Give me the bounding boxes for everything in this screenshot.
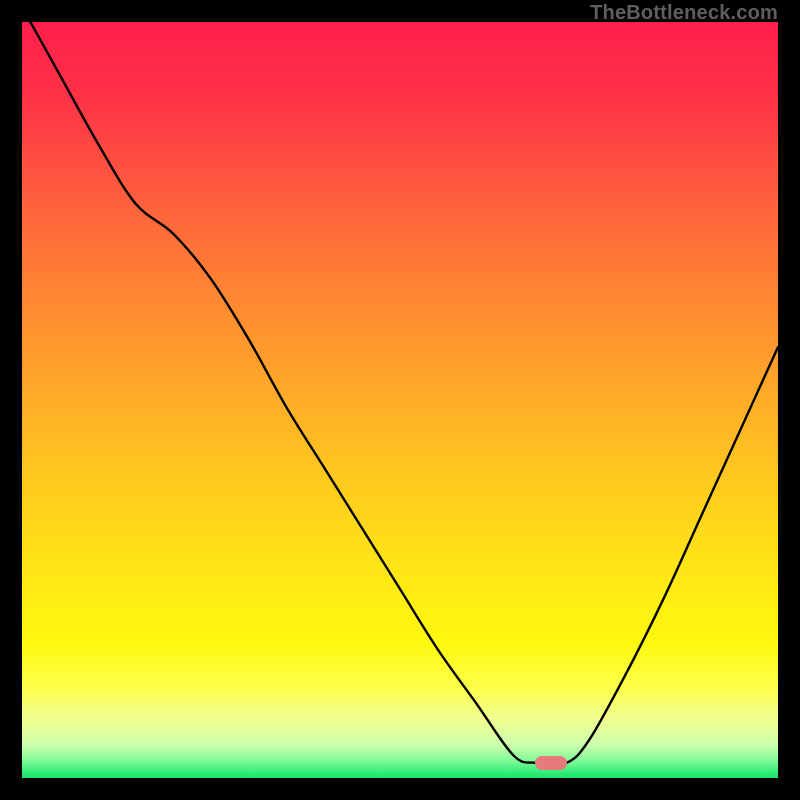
chart-frame: TheBottleneck.com [0, 0, 800, 800]
background-gradient [22, 22, 778, 778]
plot-area [22, 22, 778, 778]
optimal-marker [535, 756, 567, 770]
watermark-text: TheBottleneck.com [590, 2, 778, 25]
